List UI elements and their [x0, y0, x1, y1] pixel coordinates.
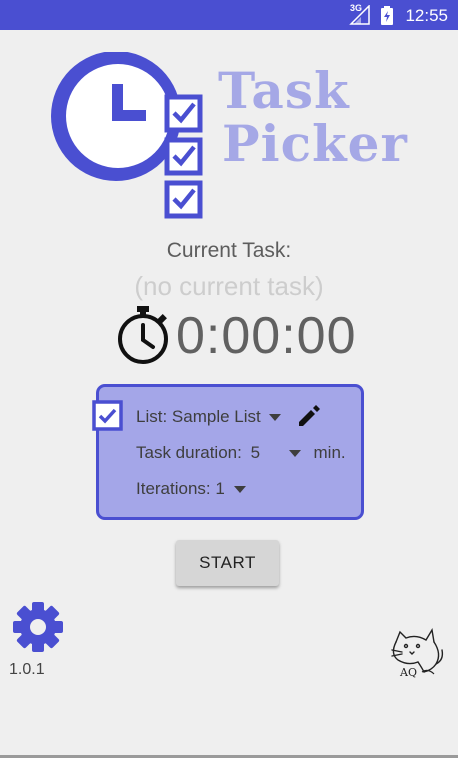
- battery-icon: [381, 6, 393, 25]
- signal-icon: [349, 5, 370, 25]
- iterations-selector[interactable]: Iterations: 1: [136, 479, 246, 499]
- signature-text: AQ: [399, 666, 417, 679]
- start-button[interactable]: START: [176, 540, 279, 586]
- duration-selector[interactable]: Task duration: 5 min.: [136, 443, 346, 463]
- duration-dropdown-arrow-icon: [288, 450, 301, 458]
- settings-gear-icon[interactable]: [12, 601, 64, 653]
- edit-list-pencil-icon[interactable]: [296, 403, 322, 429]
- list-dropdown-arrow-icon: [269, 414, 282, 422]
- iterations-value: 1: [215, 479, 225, 498]
- current-task-value: (no current task): [134, 271, 324, 301]
- list-selector[interactable]: List: Sample List: [136, 407, 282, 427]
- current-task-label: Current Task:: [166, 239, 292, 262]
- logo-title-line1: Task: [218, 61, 350, 120]
- duration-unit: min.: [313, 443, 346, 462]
- iterations-dropdown-arrow-icon: [233, 486, 246, 494]
- cat-signature-logo-icon[interactable]: AQ: [388, 624, 446, 680]
- logo-title-line2: Picker: [222, 114, 408, 173]
- stopwatch-icon: [118, 306, 168, 364]
- iterations-label: Iterations:: [136, 479, 211, 498]
- list-enabled-checkbox[interactable]: [92, 400, 124, 432]
- list-value: Sample List: [171, 407, 261, 426]
- clock: 12:55: [405, 6, 448, 25]
- status-bar: 3G 12:55: [0, 0, 458, 30]
- timer-display: 0:00:00: [176, 307, 357, 365]
- list-label: List:: [136, 407, 168, 426]
- duration-label: Task duration:: [136, 443, 242, 462]
- duration-value: 5: [250, 443, 261, 462]
- app-version: 1.0.1: [9, 661, 45, 678]
